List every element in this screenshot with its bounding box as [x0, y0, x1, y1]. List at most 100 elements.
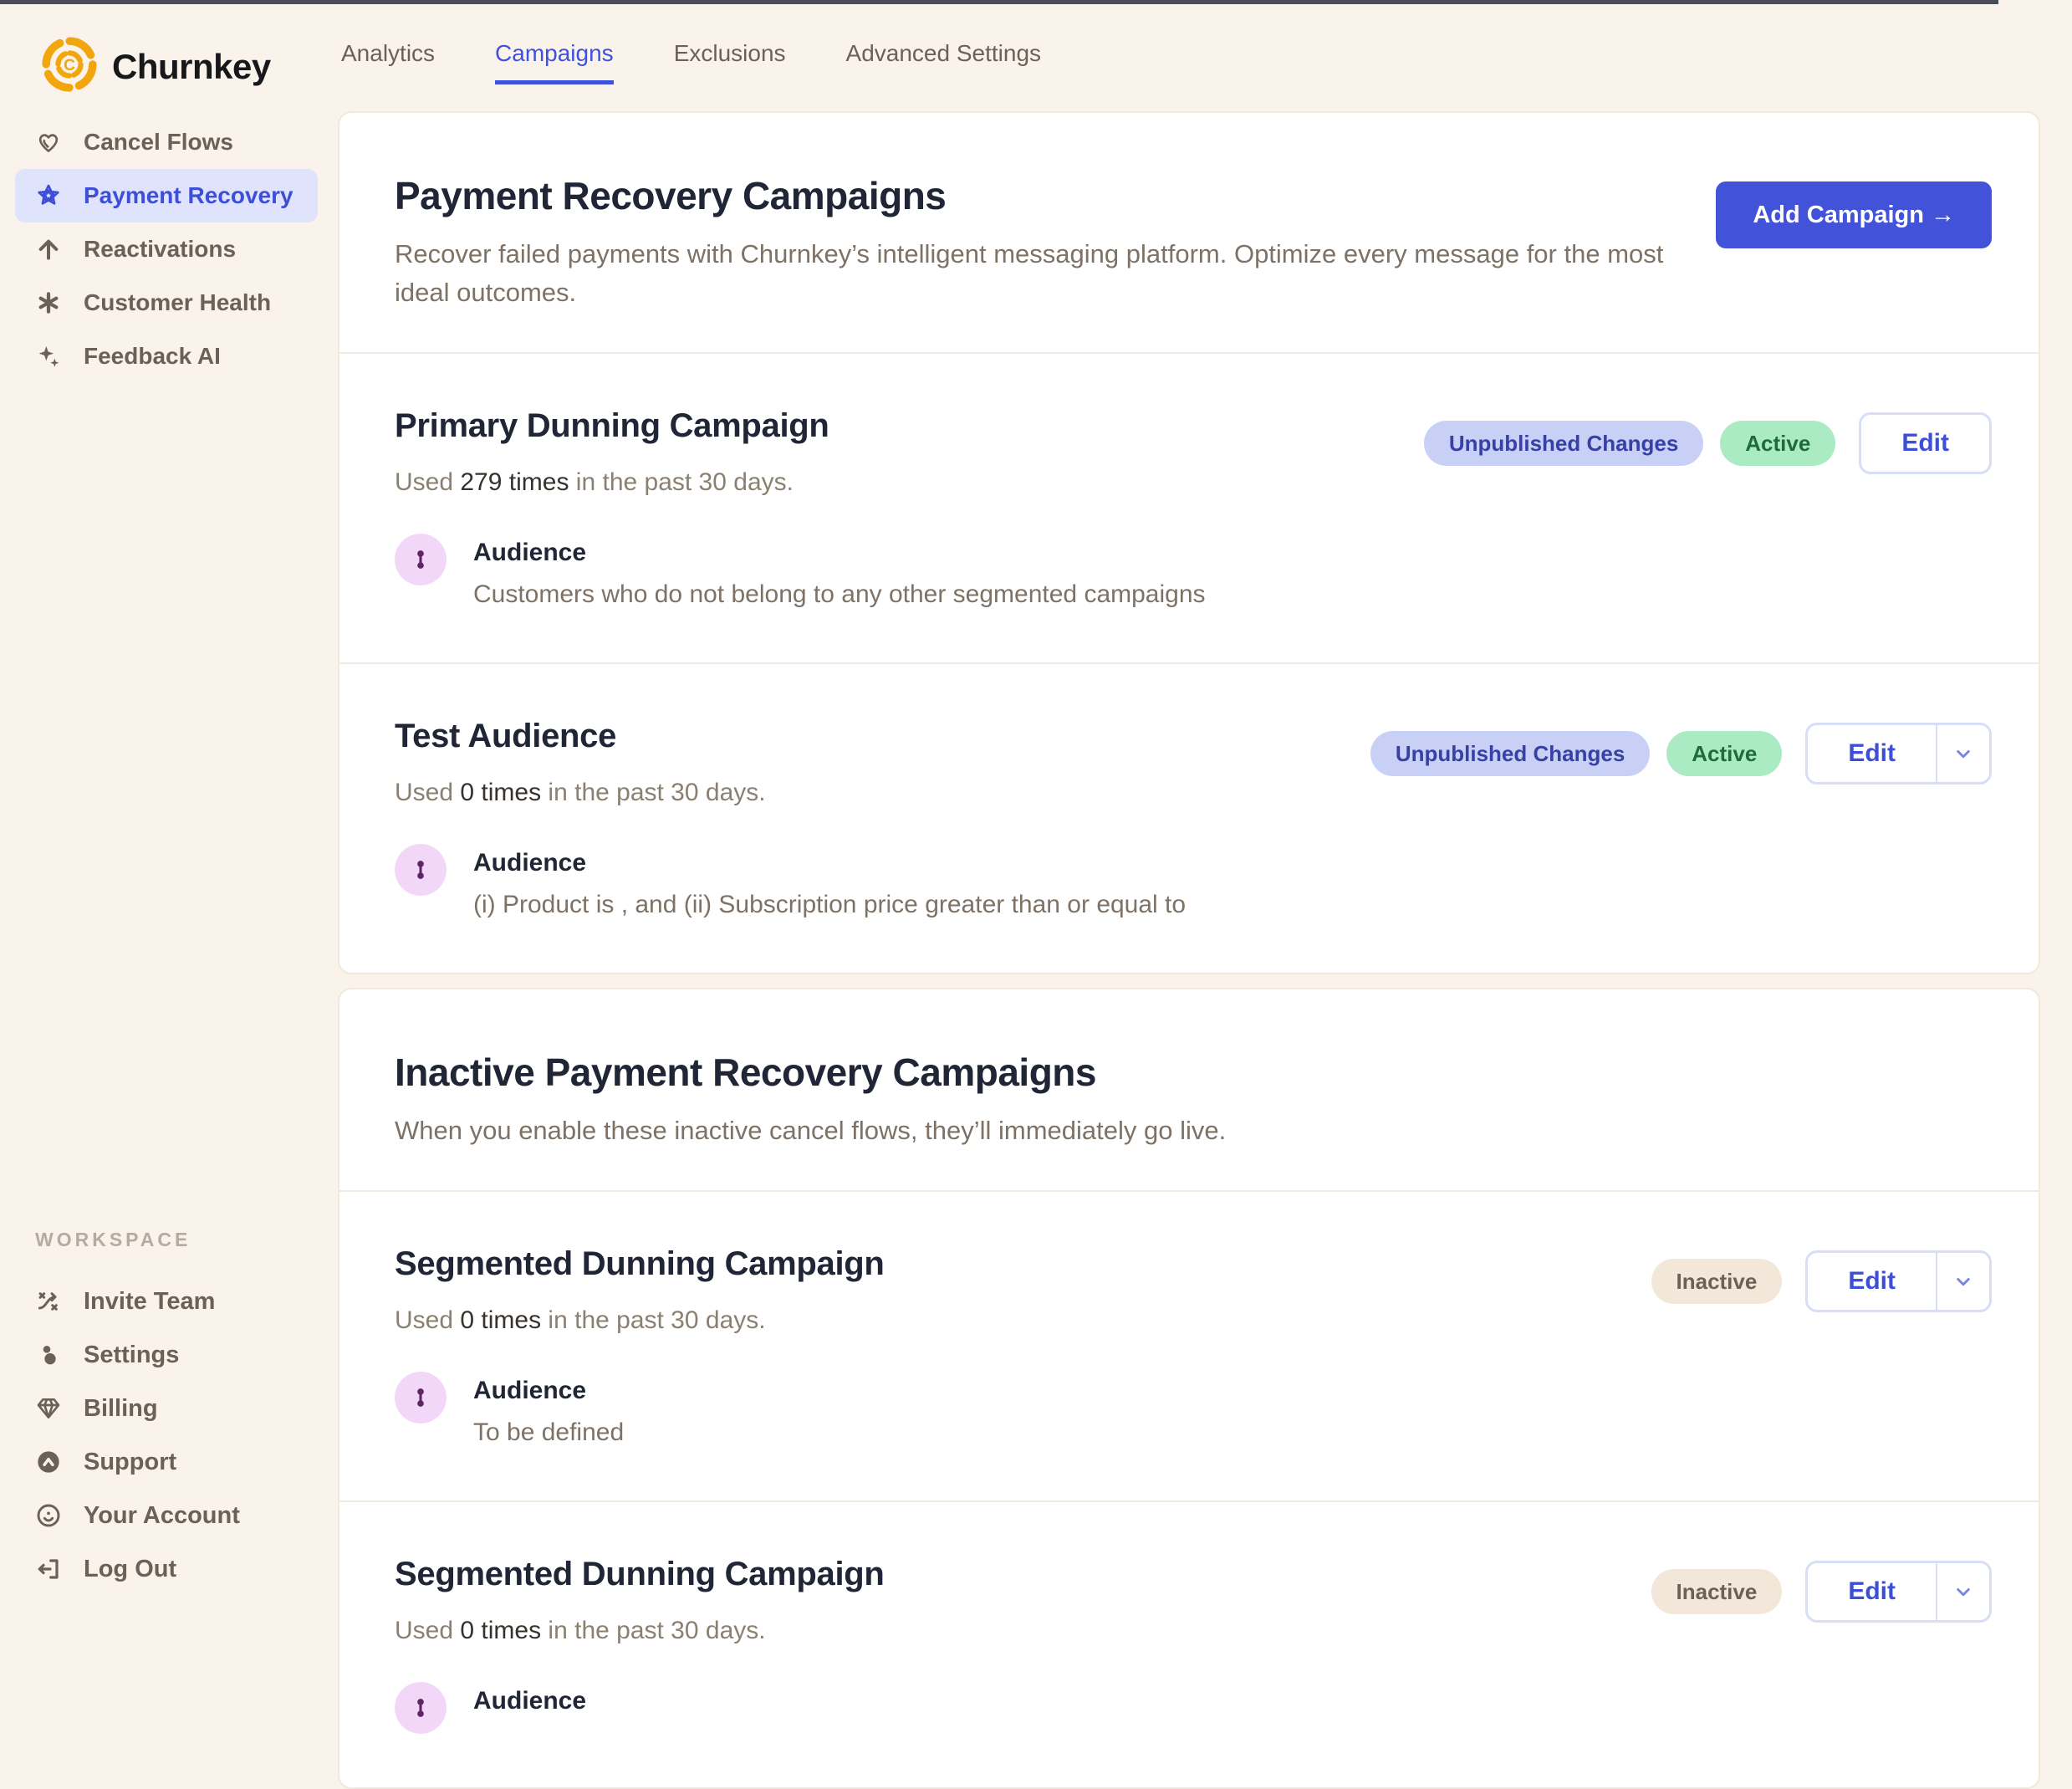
logout-icon — [35, 1556, 62, 1582]
badge-group: Inactive — [1651, 1569, 1783, 1614]
workspace-label: WORKSPACE — [0, 1229, 338, 1251]
sidebar-item-cancel-flows[interactable]: Cancel Flows — [0, 115, 338, 169]
workspace-item-label: Billing — [84, 1395, 158, 1423]
sidebar-item-label: Payment Recovery — [84, 182, 293, 209]
active-campaign-rows: Primary Dunning Campaign Used 279 times … — [339, 352, 2039, 973]
audience-icon — [395, 1372, 447, 1424]
main-content: Payment Recovery Campaigns Recover faile… — [338, 111, 2040, 1789]
audience-block: Audience — [395, 1682, 885, 1734]
tab-campaigns[interactable]: Campaigns — [495, 40, 614, 84]
campaign-usage: Used 0 times in the past 30 days. — [395, 1306, 885, 1335]
badge-group: Unpublished ChangesActive — [1424, 421, 1836, 466]
asterisk-icon — [35, 289, 62, 316]
edit-button-label[interactable]: Edit — [1808, 725, 1936, 782]
workspace-item-label: Invite Team — [84, 1288, 215, 1316]
support-icon — [35, 1449, 62, 1475]
sidebar-item-log-out[interactable]: Log Out — [0, 1542, 338, 1596]
sidebar-item-invite-team[interactable]: Invite Team — [0, 1275, 338, 1328]
browser-top-strip — [0, 0, 1998, 4]
shuffle-icon — [35, 1288, 62, 1315]
sidebar-item-billing[interactable]: Billing — [0, 1382, 338, 1435]
inactive-campaigns-card: Inactive Payment Recovery Campaigns When… — [338, 988, 2040, 1789]
star-icon — [35, 182, 62, 209]
campaign-info: Segmented Dunning Campaign Used 0 times … — [395, 1245, 885, 1447]
tab-advanced-settings[interactable]: Advanced Settings — [846, 40, 1042, 80]
campaign-actions: Unpublished ChangesActive Edit — [1424, 407, 1992, 474]
badge-group: Unpublished Changes Active — [1370, 731, 1783, 776]
audience-block: Audience (i) Product is , and (ii) Subsc… — [395, 844, 1186, 919]
edit-dropdown-toggle[interactable] — [1936, 1563, 1989, 1620]
usage-count: 0 times — [460, 779, 541, 806]
sparkles-icon — [35, 343, 62, 370]
sidebar-item-label: Customer Health — [84, 289, 271, 316]
campaign-row: Primary Dunning Campaign Used 279 times … — [339, 352, 2039, 662]
edit-dropdown-toggle[interactable] — [1936, 1253, 1989, 1310]
status-badge-inactive: Inactive — [1651, 1569, 1783, 1614]
sidebar-item-customer-health[interactable]: Customer Health — [0, 276, 338, 330]
active-card-header-text: Payment Recovery Campaigns Recover faile… — [395, 173, 1716, 312]
edit-button-label[interactable]: Edit — [1808, 1563, 1936, 1620]
usage-count: 0 times — [460, 1617, 541, 1644]
campaign-usage: Used 0 times in the past 30 days. — [395, 779, 1186, 807]
audience-block: Audience Customers who do not belong to … — [395, 534, 1206, 609]
edit-button[interactable]: Edit — [1805, 723, 1992, 785]
campaign-info: Test Audience Used 0 times in the past 3… — [395, 718, 1186, 919]
campaign-name: Test Audience — [395, 718, 1186, 755]
edit-button-label[interactable]: Edit — [1808, 1253, 1936, 1310]
edit-dropdown-toggle[interactable] — [1936, 725, 1989, 782]
sidebar-item-label: Feedback AI — [84, 343, 221, 370]
audience-label: Audience — [473, 844, 1186, 877]
sidebar-item-feedback-ai[interactable]: Feedback AI — [0, 330, 338, 383]
campaign-info: Primary Dunning Campaign Used 279 times … — [395, 407, 1206, 609]
sidebar-item-label: Cancel Flows — [84, 129, 233, 156]
heart-icon — [35, 129, 62, 156]
edit-button[interactable]: Edit — [1805, 1250, 1992, 1312]
campaign-actions: Inactive Edit — [1651, 1245, 1993, 1312]
chevron-down-icon — [1951, 741, 1976, 766]
workspace-item-label: Support — [84, 1449, 176, 1476]
audience-description: Customers who do not belong to any other… — [473, 580, 1206, 609]
workspace-item-label: Settings — [84, 1342, 179, 1369]
status-badge-unpublished-changes: Unpublished Changes — [1424, 421, 1703, 466]
page-title: Payment Recovery Campaigns — [395, 173, 1716, 218]
campaign-info: Segmented Dunning Campaign Used 0 times … — [395, 1556, 885, 1734]
campaign-name: Segmented Dunning Campaign — [395, 1245, 885, 1283]
inactive-campaign-rows: Segmented Dunning Campaign Used 0 times … — [339, 1190, 2039, 1787]
audience-label: Audience — [473, 534, 1206, 567]
tab-exclusions[interactable]: Exclusions — [674, 40, 786, 80]
sidebar-item-support[interactable]: Support — [0, 1435, 338, 1489]
audience-label: Audience — [473, 1372, 624, 1405]
sidebar: Cancel Flows Payment Recovery Reactivati… — [0, 115, 338, 1601]
edit-button[interactable]: Edit — [1859, 412, 1992, 474]
svg-text:C: C — [64, 57, 75, 74]
churnkey-logo-icon: C — [40, 35, 99, 98]
campaign-row: Test Audience Used 0 times in the past 3… — [339, 662, 2039, 973]
inactive-card-header-text: Inactive Payment Recovery Campaigns When… — [395, 1050, 1226, 1150]
audience-description: (i) Product is , and (ii) Subscription p… — [473, 891, 1186, 919]
inactive-section-title: Inactive Payment Recovery Campaigns — [395, 1050, 1226, 1095]
sidebar-item-reactivations[interactable]: Reactivations — [0, 222, 338, 276]
campaign-usage: Used 0 times in the past 30 days. — [395, 1617, 885, 1645]
status-badge-active: Active — [1666, 731, 1782, 776]
chevron-down-icon — [1951, 1269, 1976, 1294]
sidebar-item-your-account[interactable]: Your Account — [0, 1489, 338, 1542]
gem-icon — [35, 1395, 62, 1422]
badge-group: Inactive — [1651, 1259, 1783, 1304]
campaign-name: Primary Dunning Campaign — [395, 407, 1206, 445]
tab-analytics[interactable]: Analytics — [341, 40, 435, 80]
audience-block: Audience To be defined — [395, 1372, 885, 1447]
account-icon — [35, 1502, 62, 1529]
campaign-usage: Used 279 times in the past 30 days. — [395, 468, 1206, 497]
active-campaigns-card: Payment Recovery Campaigns Recover faile… — [338, 111, 2040, 974]
sidebar-item-payment-recovery[interactable]: Payment Recovery — [15, 169, 318, 222]
workspace-item-label: Log Out — [84, 1556, 176, 1583]
campaign-row: Segmented Dunning Campaign Used 0 times … — [339, 1500, 2039, 1787]
sidebar-item-label: Reactivations — [84, 236, 236, 263]
sidebar-item-settings[interactable]: Settings — [0, 1328, 338, 1382]
status-badge-unpublished-changes: Unpublished Changes — [1370, 731, 1650, 776]
add-campaign-button[interactable]: Add Campaign → — [1716, 181, 1992, 248]
edit-button[interactable]: Edit — [1805, 1561, 1992, 1623]
workspace-item-label: Your Account — [84, 1502, 240, 1530]
audience-label: Audience — [473, 1682, 586, 1715]
edit-button-label[interactable]: Edit — [1861, 415, 1989, 472]
